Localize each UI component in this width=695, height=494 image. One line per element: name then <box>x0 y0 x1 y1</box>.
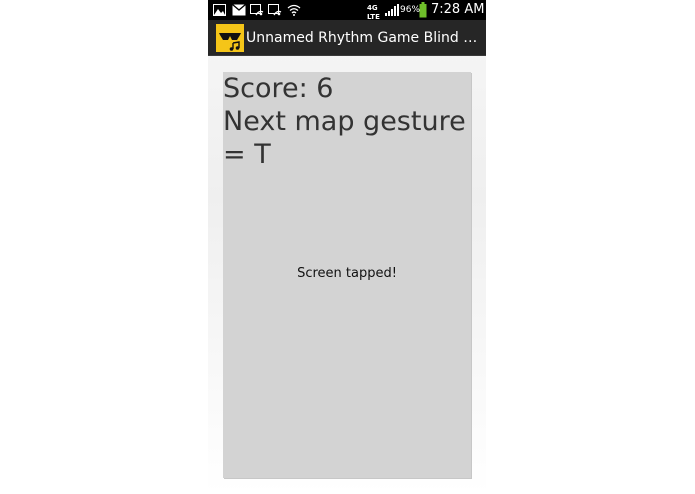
battery-icon <box>419 2 427 18</box>
score-label: Score: 6 <box>223 73 334 104</box>
wifi-notification-icon <box>268 4 282 16</box>
status-time: 7:28 AM <box>431 2 485 17</box>
app-icon[interactable] <box>216 24 244 52</box>
gallery-icon <box>213 4 226 16</box>
next-gesture-label: Next map gesture = T <box>223 106 466 170</box>
status-bar: 4G LTE 96% 7:28 AM <box>208 0 486 21</box>
cell-signal-icon <box>385 4 399 16</box>
wifi-signal-icon <box>287 4 301 16</box>
action-bar: Unnamed Rhythm Game Blind Accessible <box>208 20 486 56</box>
tap-feedback-text: Screen tapped! <box>297 266 397 281</box>
gmail-icon <box>232 4 246 16</box>
wifi-notification-icon <box>250 4 264 16</box>
sunglasses-music-icon <box>216 24 244 52</box>
phone-screen: 4G LTE 96% 7:28 AM Unnamed Rhythm Game B… <box>208 0 486 494</box>
battery-percent: 96% <box>400 5 421 15</box>
game-touch-area[interactable]: Score: 6 Next map gesture = T Screen tap… <box>223 72 471 478</box>
app-title: Unnamed Rhythm Game Blind Accessible <box>246 30 482 46</box>
